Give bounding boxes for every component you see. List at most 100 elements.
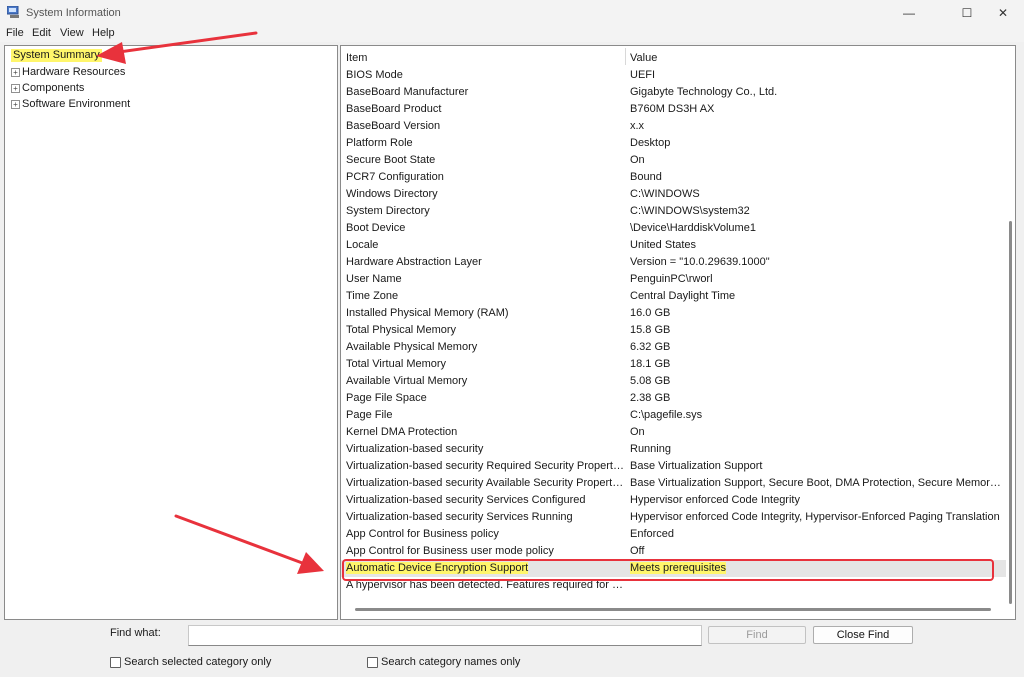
column-header-item[interactable]: Item [346, 52, 367, 64]
cell-item: Virtualization-based security Available … [346, 477, 624, 489]
table-row[interactable]: Hardware Abstraction Layer Version = "10.… [341, 254, 1006, 271]
cell-item: Virtualization-based security Services R… [346, 511, 573, 523]
cell-item: Available Physical Memory [346, 341, 478, 353]
table-row[interactable]: Locale United States [341, 237, 1006, 254]
cell-value: C:\WINDOWS [630, 188, 700, 200]
cell-value: C:\WINDOWS\system32 [630, 205, 750, 217]
table-row[interactable]: Time Zone Central Daylight Time [341, 288, 1006, 305]
checkbox[interactable] [367, 656, 378, 668]
checkbox-label: Search category names only [381, 656, 521, 668]
cell-value: B760M DS3H AX [630, 103, 715, 115]
expand-icon[interactable]: + [11, 99, 20, 109]
table-row[interactable]: System Directory C:\WINDOWS\system32 [341, 203, 1006, 220]
table-row[interactable]: BaseBoard Product B760M DS3H AX [341, 101, 1006, 118]
cell-value: C:\pagefile.sys [630, 409, 703, 421]
checkbox[interactable] [110, 656, 121, 668]
table-row[interactable]: Secure Boot State On [341, 152, 1006, 169]
cell-item: PCR7 Configuration [346, 171, 444, 183]
menu-view[interactable]: View [60, 27, 84, 39]
table-row[interactable]: Boot Device \Device\HarddiskVolume1 [341, 220, 1006, 237]
tree-item-system-summary[interactable]: System Summary [11, 49, 102, 62]
expand-icon[interactable]: + [11, 67, 20, 77]
cell-item: BaseBoard Product [346, 103, 442, 115]
table-row[interactable]: Available Physical Memory 6.32 GB [341, 339, 1006, 356]
table-row[interactable]: Virtualization-based security Available … [341, 475, 1006, 492]
category-tree[interactable]: System Summary + Hardware Resources + Co… [4, 45, 338, 620]
cell-item: BaseBoard Version [346, 120, 441, 132]
cell-value: \Device\HarddiskVolume1 [630, 222, 756, 234]
find-what-input[interactable] [188, 625, 702, 646]
cell-value: Central Daylight Time [630, 290, 736, 302]
cell-value: United States [630, 239, 697, 251]
cell-item: Secure Boot State [346, 154, 436, 166]
table-row[interactable]: User Name PenguinPC\rworl [341, 271, 1006, 288]
menu-edit[interactable]: Edit [32, 27, 51, 39]
tree-item-hardware-resources[interactable]: + Hardware Resources [11, 64, 125, 80]
table-row[interactable]: App Control for Business user mode polic… [341, 543, 1006, 560]
table-row[interactable]: Page File Space 2.38 GB [341, 390, 1006, 407]
table-row[interactable]: Installed Physical Memory (RAM) 16.0 GB [341, 305, 1006, 322]
table-row[interactable]: Available Virtual Memory 5.08 GB [341, 373, 1006, 390]
column-header-value[interactable]: Value [630, 52, 657, 64]
details-list[interactable]: Item Value BIOS Mode UEFI BaseBoard Manufa… [340, 45, 1016, 620]
cell-item: Virtualization-based security Services C… [346, 494, 586, 506]
cell-value: Desktop [630, 137, 671, 149]
cell-value: On [630, 154, 645, 166]
cell-item: Available Virtual Memory [346, 375, 468, 387]
tree-item-software-environment[interactable]: + Software Environment [11, 96, 130, 112]
table-row[interactable]: Page File C:\pagefile.sys [341, 407, 1006, 424]
cell-item: Hardware Abstraction Layer [346, 256, 482, 268]
table-row[interactable]: BaseBoard Manufacturer Gigabyte Technolog… [341, 84, 1006, 101]
cell-item: Time Zone [346, 290, 399, 302]
vertical-scrollbar[interactable] [1006, 46, 1015, 619]
cell-item: App Control for Business user mode polic… [346, 545, 554, 557]
table-row[interactable]: PCR7 Configuration Bound [341, 169, 1006, 186]
table-row[interactable]: Total Virtual Memory 18.1 GB [341, 356, 1006, 373]
column-divider[interactable] [625, 48, 626, 65]
cell-item: Virtualization-based security [346, 443, 484, 455]
table-row[interactable]: Total Physical Memory 15.8 GB [341, 322, 1006, 339]
tree-item-label: Software Environment [22, 98, 131, 110]
table-row[interactable]: Windows Directory C:\WINDOWS [341, 186, 1006, 203]
cell-value: 16.0 GB [630, 307, 671, 319]
table-row[interactable]: App Control for Business policy Enforced [341, 526, 1006, 543]
minimize-button[interactable]: — [886, 0, 932, 26]
table-row[interactable]: Virtualization-based security Running [341, 441, 1006, 458]
search-selected-category-option[interactable]: Search selected category only [110, 656, 271, 668]
menu-file[interactable]: File [6, 27, 24, 39]
menu-help[interactable]: Help [92, 27, 115, 39]
table-row[interactable]: BIOS Mode UEFI [341, 67, 1006, 84]
find-button[interactable]: Find [708, 626, 806, 644]
cell-value: UEFI [630, 69, 656, 81]
close-find-button[interactable]: Close Find [813, 626, 913, 644]
cell-value: Off [630, 545, 645, 557]
search-category-names-option[interactable]: Search category names only [367, 656, 520, 668]
cell-value: Base Virtualization Support, Secure Boot… [630, 477, 1004, 489]
cell-value: 2.38 GB [630, 392, 671, 404]
cell-value: Bound [630, 171, 662, 183]
tree-item-components[interactable]: + Components [11, 80, 84, 96]
cell-value: Base Virtualization Support [630, 460, 763, 472]
horizontal-scrollbar[interactable] [355, 608, 991, 611]
table-row[interactable]: Virtualization-based security Services R… [341, 509, 1006, 526]
scrollbar-thumb[interactable] [1009, 221, 1012, 604]
table-row[interactable]: Platform Role Desktop [341, 135, 1006, 152]
table-row[interactable]: Virtualization-based security Services C… [341, 492, 1006, 509]
title-bar[interactable]: System Information — ☐ ✕ [0, 0, 1024, 26]
close-button[interactable]: ✕ [980, 0, 1024, 26]
table-row[interactable]: Kernel DMA Protection On [341, 424, 1006, 441]
column-header: Item Value [341, 46, 1015, 67]
cell-item: Page File [346, 409, 393, 421]
cell-item: Virtualization-based security Required S… [346, 460, 624, 472]
table-row[interactable]: BaseBoard Version x.x [341, 118, 1006, 135]
cell-item: System Directory [346, 205, 430, 217]
cell-value: Running [630, 443, 671, 455]
expand-icon[interactable]: + [11, 83, 20, 93]
cell-item: User Name [346, 273, 402, 285]
cell-value: 6.32 GB [630, 341, 671, 353]
cell-value: 18.1 GB [630, 358, 671, 370]
table-row[interactable]: Virtualization-based security Required S… [341, 458, 1006, 475]
cell-item: Total Virtual Memory [346, 358, 447, 370]
system-information-icon [7, 6, 19, 18]
find-what-label: Find what: [110, 627, 161, 639]
